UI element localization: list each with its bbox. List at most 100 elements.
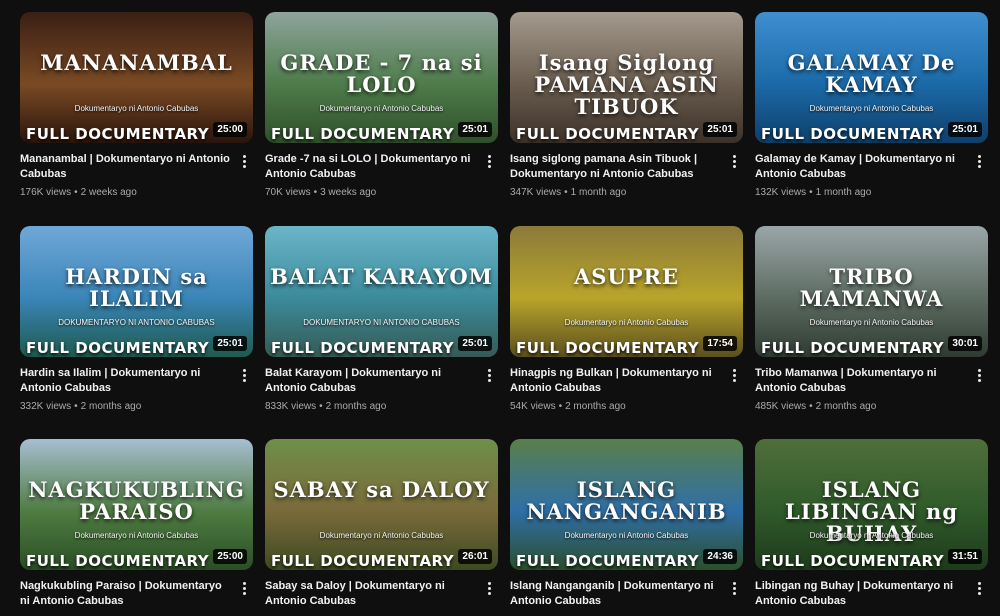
separator-dot: • [319, 401, 323, 412]
menu-dot [487, 378, 491, 382]
full-documentary-badge: FULL DOCUMENTARY [761, 552, 945, 570]
more-options-icon[interactable] [729, 579, 739, 597]
video-thumbnail[interactable]: HARDIN sa ILALIM DOKUMENTARYO NI ANTONIO … [20, 226, 253, 357]
more-options-icon[interactable] [729, 152, 739, 170]
video-title[interactable]: Libingan ng Buhay | Dokumentaryo ni Anto… [755, 579, 968, 609]
more-options-icon[interactable] [484, 152, 494, 170]
view-count: 833K views [265, 401, 317, 412]
menu-dot [732, 591, 736, 595]
video-card[interactable]: GALAMAY De KAMAY Dokumentaryo ni Antonio … [755, 12, 988, 198]
upload-age: 2 weeks ago [80, 187, 137, 198]
thumbnail-subtitle-text: DOKUMENTARYO NI ANTONIO CABUBAS [58, 318, 215, 327]
video-thumbnail[interactable]: GALAMAY De KAMAY Dokumentaryo ni Antonio … [755, 12, 988, 143]
video-card[interactable]: NAGKUKUBLING PARAISO Dokumentaryo ni Anto… [20, 439, 253, 609]
video-card[interactable]: BALAT KARAYOM DOKUMENTARYO NI ANTONIO CAB… [265, 226, 498, 412]
view-count: 332K views [20, 401, 72, 412]
video-title[interactable]: Galamay de Kamay | Dokumentaryo ni Anton… [755, 152, 968, 182]
video-card[interactable]: HARDIN sa ILALIM DOKUMENTARYO NI ANTONIO … [20, 226, 253, 412]
video-meta: Balat Karayom | Dokumentaryo ni Antonio … [265, 366, 498, 412]
full-documentary-badge: FULL DOCUMENTARY [516, 552, 700, 570]
video-title[interactable]: Tribo Mamanwa | Dokumentaryo ni Antonio … [755, 366, 968, 396]
full-documentary-badge: FULL DOCUMENTARY [26, 125, 210, 143]
video-thumbnail[interactable]: NAGKUKUBLING PARAISO Dokumentaryo ni Anto… [20, 439, 253, 570]
video-stats: 485K views • 2 months ago [755, 401, 968, 412]
video-card[interactable]: SABAY sa DALOY Dokumentaryo ni Antonio Ca… [265, 439, 498, 609]
more-options-icon[interactable] [484, 366, 494, 384]
separator-dot: • [564, 187, 568, 198]
more-options-icon[interactable] [484, 579, 494, 597]
video-title[interactable]: Hinagpis ng Bulkan | Dokumentaryo ni Ant… [510, 366, 723, 396]
thumbnail-title-text: SABAY sa DALOY [273, 477, 490, 502]
separator-dot: • [74, 401, 78, 412]
menu-dot [977, 368, 981, 372]
thumbnail-subtitle-text: Dokumentaryo ni Antonio Cabubas [319, 531, 444, 540]
video-thumbnail[interactable]: ASUPRE Dokumentaryo ni Antonio Cabubas FUL… [510, 226, 743, 357]
upload-age: 2 months ago [565, 401, 626, 412]
menu-dot [977, 159, 981, 163]
video-title[interactable]: Sabay sa Daloy | Dokumentaryo ni Antonio… [265, 579, 478, 609]
video-title[interactable]: Nagkukubling Paraiso | Dokumentaryo ni A… [20, 579, 233, 609]
menu-dot [487, 164, 491, 168]
video-thumbnail[interactable]: TRIBO MAMANWA Dokumentaryo ni Antonio Cab… [755, 226, 988, 357]
video-meta: Isang siglong pamana Asin Tibuok | Dokum… [510, 152, 743, 198]
full-documentary-badge: FULL DOCUMENTARY [761, 125, 945, 143]
video-title[interactable]: Balat Karayom | Dokumentaryo ni Antonio … [265, 366, 478, 396]
video-thumbnail[interactable]: ISLANG LIBINGAN ng BUHAY Dokumentaryo ni … [755, 439, 988, 570]
more-options-icon[interactable] [974, 152, 984, 170]
upload-age: 2 months ago [325, 401, 387, 412]
video-thumbnail[interactable]: Isang Siglong PAMANA ASIN TIBUOK FULL DOC… [510, 12, 743, 143]
video-grid: MANANAMBAL Dokumentaryo ni Antonio Cabuba… [0, 0, 1000, 616]
menu-dot [487, 591, 491, 595]
video-card[interactable]: ASUPRE Dokumentaryo ni Antonio Cabubas FUL… [510, 226, 743, 412]
menu-dot [242, 164, 246, 168]
menu-dot [732, 368, 736, 372]
thumbnail-title-text: ISLANG NANGANGANIB [526, 477, 727, 525]
more-options-icon[interactable] [239, 152, 249, 170]
menu-dot [977, 591, 981, 595]
video-title[interactable]: Grade -7 na si LOLO | Dokumentaryo ni An… [265, 152, 478, 182]
video-meta: Hardin sa Ilalim | Dokumentaryo ni Anton… [20, 366, 253, 412]
full-documentary-badge: FULL DOCUMENTARY [271, 125, 455, 143]
video-meta: Nagkukubling Paraiso | Dokumentaryo ni A… [20, 579, 253, 609]
video-stats: 132K views • 1 month ago [755, 187, 968, 198]
more-options-icon[interactable] [729, 366, 739, 384]
duration-badge: 17:54 [703, 336, 737, 351]
separator-dot: • [809, 187, 813, 198]
video-thumbnail[interactable]: BALAT KARAYOM DOKUMENTARYO NI ANTONIO CAB… [265, 226, 498, 357]
video-thumbnail[interactable]: GRADE - 7 na si LOLO Dokumentaryo ni Anto… [265, 12, 498, 143]
video-card[interactable]: ISLANG LIBINGAN ng BUHAY Dokumentaryo ni … [755, 439, 988, 609]
video-meta: Galamay de Kamay | Dokumentaryo ni Anton… [755, 152, 988, 198]
view-count: 132K views [755, 187, 807, 198]
more-options-icon[interactable] [239, 579, 249, 597]
menu-dot [487, 586, 491, 590]
video-stats: 70K views • 3 weeks ago [265, 187, 478, 198]
full-documentary-badge: FULL DOCUMENTARY [516, 125, 700, 143]
more-options-icon[interactable] [974, 579, 984, 597]
video-thumbnail[interactable]: SABAY sa DALOY Dokumentaryo ni Antonio Ca… [265, 439, 498, 570]
menu-dot [242, 591, 246, 595]
video-meta: Tribo Mamanwa | Dokumentaryo ni Antonio … [755, 366, 988, 412]
upload-age: 2 months ago [815, 401, 877, 412]
video-stats: 347K views • 1 month ago [510, 187, 723, 198]
video-card[interactable]: GRADE - 7 na si LOLO Dokumentaryo ni Anto… [265, 12, 498, 198]
video-title[interactable]: Hardin sa Ilalim | Dokumentaryo ni Anton… [20, 366, 233, 396]
video-card[interactable]: TRIBO MAMANWA Dokumentaryo ni Antonio Cab… [755, 226, 988, 412]
video-title[interactable]: Islang Nanganganib | Dokumentaryo ni Ant… [510, 579, 723, 609]
video-meta: Libingan ng Buhay | Dokumentaryo ni Anto… [755, 579, 988, 609]
video-thumbnail[interactable]: MANANAMBAL Dokumentaryo ni Antonio Cabuba… [20, 12, 253, 143]
menu-dot [242, 368, 246, 372]
thumbnail-title-text: GALAMAY De KAMAY [787, 50, 956, 98]
duration-badge: 25:01 [458, 122, 492, 137]
video-thumbnail[interactable]: ISLANG NANGANGANIB Dokumentaryo ni Antoni… [510, 439, 743, 570]
view-count: 176K views [20, 187, 72, 198]
more-options-icon[interactable] [239, 366, 249, 384]
video-title[interactable]: Mananambal | Dokumentaryo ni Antonio Cab… [20, 152, 233, 182]
menu-dot [732, 154, 736, 158]
menu-dot [977, 373, 981, 377]
more-options-icon[interactable] [974, 366, 984, 384]
menu-dot [977, 154, 981, 158]
video-title[interactable]: Isang siglong pamana Asin Tibuok | Dokum… [510, 152, 723, 182]
video-card[interactable]: ISLANG NANGANGANIB Dokumentaryo ni Antoni… [510, 439, 743, 609]
video-card[interactable]: MANANAMBAL Dokumentaryo ni Antonio Cabuba… [20, 12, 253, 198]
video-card[interactable]: Isang Siglong PAMANA ASIN TIBUOK FULL DOC… [510, 12, 743, 198]
